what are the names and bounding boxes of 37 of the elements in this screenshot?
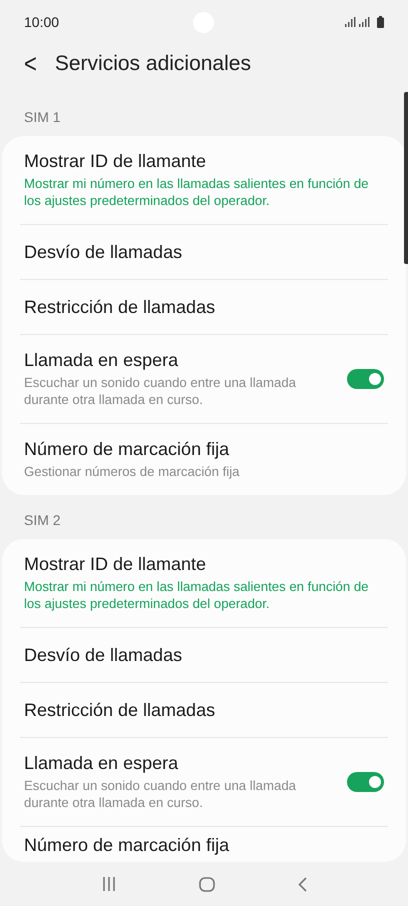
item-title: Número de marcación fija [24, 835, 230, 856]
item-title: Número de marcación fija [24, 439, 230, 460]
item-title: Mostrar ID de llamante [24, 151, 208, 172]
settings-item[interactable]: Restricción de llamadas [20, 279, 388, 334]
item-title: Mostrar ID de llamante [24, 554, 208, 575]
item-description: Escuchar un sonido cuando entre una llamada durante otra llamada en curso. [24, 374, 297, 408]
settings-item[interactable]: Restricción de llamadas [20, 682, 388, 737]
back-button[interactable]: < [18, 48, 43, 80]
item-title: Desvío de llamadas [24, 242, 184, 262]
settings-item[interactable]: Llamada en espera Escuchar un sonido cuando entre una llamada durante otra llamada en curso. [20, 737, 388, 826]
toggle-switch[interactable] [347, 369, 384, 389]
home-icon[interactable] [198, 876, 214, 892]
item-description: Escuchar un sonido cuando entre una llamada durante otra llamada en curso. [24, 777, 297, 811]
settings-item[interactable]: Número de marcación fija Gestionar números de marcación fija [20, 423, 388, 495]
settings-item[interactable]: Mostrar ID de llamante Mostrar mi número en las llamadas salientes en función de los ajustes predeterminados del operador. [20, 539, 388, 627]
section-header: SIM 2 [23, 511, 62, 530]
item-description: Mostrar mi número en las llamadas salientes en función de los ajustes predeterminados del operador. [24, 175, 370, 209]
item-description: Gestionar números de marcación fija [24, 463, 240, 480]
settings-item[interactable]: Mostrar ID de llamante Mostrar mi número en las llamadas salientes en función de los ajustes predeterminados del operador. [20, 136, 388, 224]
item-description: Mostrar mi número en las llamadas salientes en función de los ajustes predeterminados del operador. [24, 578, 370, 612]
item-title: Llamada en espera [24, 753, 180, 774]
item-title: Desvío de llamadas [24, 644, 184, 666]
settings-item[interactable]: Llamada en espera Escuchar un sonido cuando entre una llamada durante otra llamada en curso. [20, 334, 388, 423]
signal-icon [345, 17, 371, 27]
settings-item[interactable]: Desvío de llamadas [20, 627, 388, 682]
status-time: 10:00 [24, 14, 60, 30]
item-title: Restricción de llamadas [24, 700, 216, 720]
screen-title: Servicios adicionales [54, 52, 251, 76]
back-icon[interactable] [298, 876, 306, 892]
item-title: Llamada en espera [24, 350, 180, 371]
item-title: Restricción de llamadas [24, 296, 216, 318]
scrollbar[interactable] [404, 92, 408, 264]
section-header: SIM 1 [23, 108, 62, 127]
toggle-switch[interactable] [347, 772, 384, 792]
settings-item[interactable]: Desvío de llamadas [20, 224, 388, 279]
battery-icon [377, 16, 384, 28]
recent-apps-icon[interactable] [102, 877, 116, 891]
